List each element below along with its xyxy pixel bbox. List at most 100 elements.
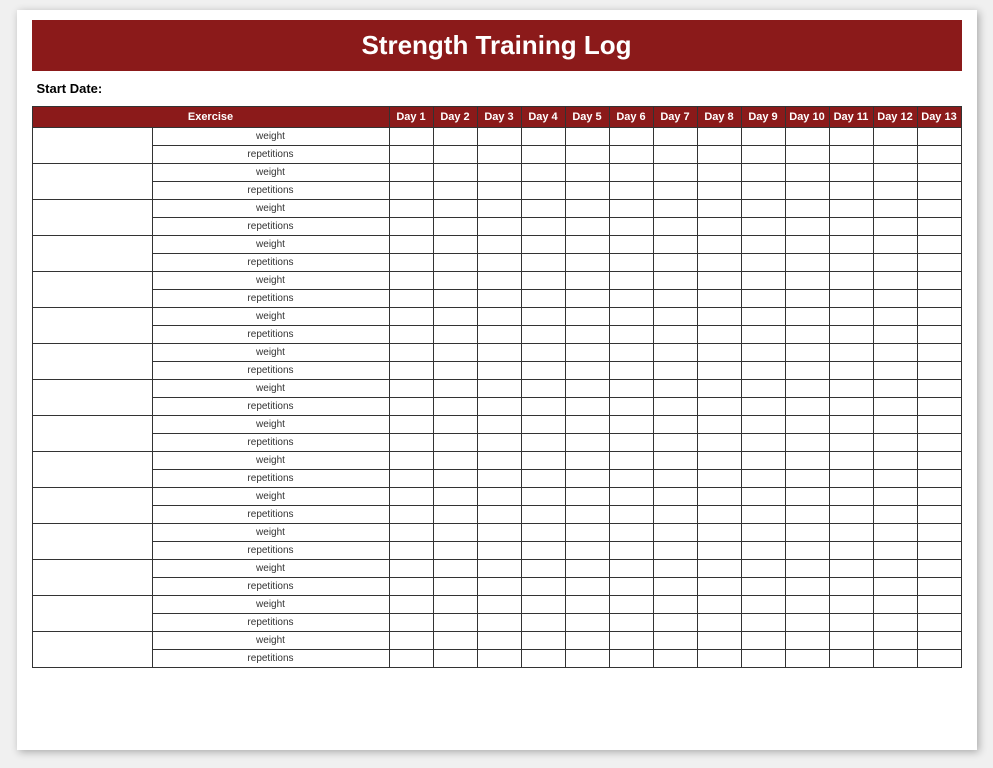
exercise-name-10[interactable] xyxy=(32,488,152,524)
rep-day4-row1[interactable] xyxy=(521,182,565,200)
weight-day3-row0[interactable] xyxy=(477,128,521,146)
weight-day2-row11[interactable] xyxy=(433,524,477,542)
exercise-name-5[interactable] xyxy=(32,308,152,344)
weight-day1-row1[interactable] xyxy=(389,164,433,182)
rep-day9-row5[interactable] xyxy=(741,326,785,344)
rep-day1-row4[interactable] xyxy=(389,290,433,308)
rep-day12-row11[interactable] xyxy=(873,542,917,560)
rep-day8-row13[interactable] xyxy=(697,614,741,632)
weight-day3-row14[interactable] xyxy=(477,632,521,650)
weight-day12-row0[interactable] xyxy=(873,128,917,146)
weight-day2-row8[interactable] xyxy=(433,416,477,434)
rep-day12-row10[interactable] xyxy=(873,506,917,524)
weight-day6-row4[interactable] xyxy=(609,272,653,290)
rep-day6-row7[interactable] xyxy=(609,398,653,416)
rep-day2-row6[interactable] xyxy=(433,362,477,380)
weight-day2-row3[interactable] xyxy=(433,236,477,254)
weight-day2-row7[interactable] xyxy=(433,380,477,398)
rep-day9-row10[interactable] xyxy=(741,506,785,524)
weight-day3-row8[interactable] xyxy=(477,416,521,434)
weight-day10-row3[interactable] xyxy=(785,236,829,254)
rep-day13-row0[interactable] xyxy=(917,146,961,164)
weight-day3-row2[interactable] xyxy=(477,200,521,218)
weight-day13-row3[interactable] xyxy=(917,236,961,254)
rep-day13-row14[interactable] xyxy=(917,650,961,668)
weight-day7-row0[interactable] xyxy=(653,128,697,146)
exercise-name-13[interactable] xyxy=(32,596,152,632)
weight-day8-row10[interactable] xyxy=(697,488,741,506)
weight-day8-row3[interactable] xyxy=(697,236,741,254)
rep-day13-row13[interactable] xyxy=(917,614,961,632)
rep-day10-row3[interactable] xyxy=(785,254,829,272)
weight-day3-row1[interactable] xyxy=(477,164,521,182)
weight-day5-row4[interactable] xyxy=(565,272,609,290)
rep-day11-row3[interactable] xyxy=(829,254,873,272)
weight-day3-row11[interactable] xyxy=(477,524,521,542)
weight-day4-row5[interactable] xyxy=(521,308,565,326)
weight-day5-row5[interactable] xyxy=(565,308,609,326)
weight-day7-row4[interactable] xyxy=(653,272,697,290)
rep-day3-row14[interactable] xyxy=(477,650,521,668)
weight-day4-row4[interactable] xyxy=(521,272,565,290)
weight-day7-row5[interactable] xyxy=(653,308,697,326)
rep-day6-row2[interactable] xyxy=(609,218,653,236)
weight-day12-row11[interactable] xyxy=(873,524,917,542)
weight-day8-row13[interactable] xyxy=(697,596,741,614)
rep-day12-row9[interactable] xyxy=(873,470,917,488)
weight-day11-row9[interactable] xyxy=(829,452,873,470)
rep-day3-row4[interactable] xyxy=(477,290,521,308)
weight-day1-row9[interactable] xyxy=(389,452,433,470)
rep-day11-row4[interactable] xyxy=(829,290,873,308)
weight-day1-row10[interactable] xyxy=(389,488,433,506)
weight-day1-row0[interactable] xyxy=(389,128,433,146)
weight-day8-row8[interactable] xyxy=(697,416,741,434)
weight-day11-row6[interactable] xyxy=(829,344,873,362)
rep-day11-row2[interactable] xyxy=(829,218,873,236)
weight-day12-row9[interactable] xyxy=(873,452,917,470)
weight-day10-row6[interactable] xyxy=(785,344,829,362)
rep-day13-row6[interactable] xyxy=(917,362,961,380)
rep-day11-row5[interactable] xyxy=(829,326,873,344)
rep-day3-row1[interactable] xyxy=(477,182,521,200)
rep-day11-row11[interactable] xyxy=(829,542,873,560)
rep-day1-row3[interactable] xyxy=(389,254,433,272)
exercise-name-0[interactable] xyxy=(32,128,152,164)
rep-day4-row5[interactable] xyxy=(521,326,565,344)
weight-day3-row4[interactable] xyxy=(477,272,521,290)
rep-day9-row9[interactable] xyxy=(741,470,785,488)
weight-day8-row14[interactable] xyxy=(697,632,741,650)
rep-day8-row3[interactable] xyxy=(697,254,741,272)
rep-day7-row7[interactable] xyxy=(653,398,697,416)
rep-day3-row7[interactable] xyxy=(477,398,521,416)
weight-day9-row9[interactable] xyxy=(741,452,785,470)
weight-day13-row5[interactable] xyxy=(917,308,961,326)
rep-day8-row5[interactable] xyxy=(697,326,741,344)
weight-day12-row12[interactable] xyxy=(873,560,917,578)
rep-day5-row12[interactable] xyxy=(565,578,609,596)
weight-day10-row0[interactable] xyxy=(785,128,829,146)
rep-day9-row14[interactable] xyxy=(741,650,785,668)
weight-day10-row8[interactable] xyxy=(785,416,829,434)
weight-day9-row3[interactable] xyxy=(741,236,785,254)
weight-day4-row1[interactable] xyxy=(521,164,565,182)
rep-day10-row14[interactable] xyxy=(785,650,829,668)
rep-day4-row10[interactable] xyxy=(521,506,565,524)
rep-day1-row9[interactable] xyxy=(389,470,433,488)
rep-day3-row13[interactable] xyxy=(477,614,521,632)
rep-day9-row6[interactable] xyxy=(741,362,785,380)
weight-day13-row1[interactable] xyxy=(917,164,961,182)
rep-day2-row2[interactable] xyxy=(433,218,477,236)
weight-day5-row14[interactable] xyxy=(565,632,609,650)
rep-day8-row8[interactable] xyxy=(697,434,741,452)
rep-day12-row4[interactable] xyxy=(873,290,917,308)
rep-day12-row1[interactable] xyxy=(873,182,917,200)
rep-day3-row6[interactable] xyxy=(477,362,521,380)
rep-day1-row1[interactable] xyxy=(389,182,433,200)
weight-day10-row10[interactable] xyxy=(785,488,829,506)
rep-day2-row4[interactable] xyxy=(433,290,477,308)
rep-day7-row12[interactable] xyxy=(653,578,697,596)
exercise-name-12[interactable] xyxy=(32,560,152,596)
weight-day6-row12[interactable] xyxy=(609,560,653,578)
weight-day1-row6[interactable] xyxy=(389,344,433,362)
rep-day5-row11[interactable] xyxy=(565,542,609,560)
